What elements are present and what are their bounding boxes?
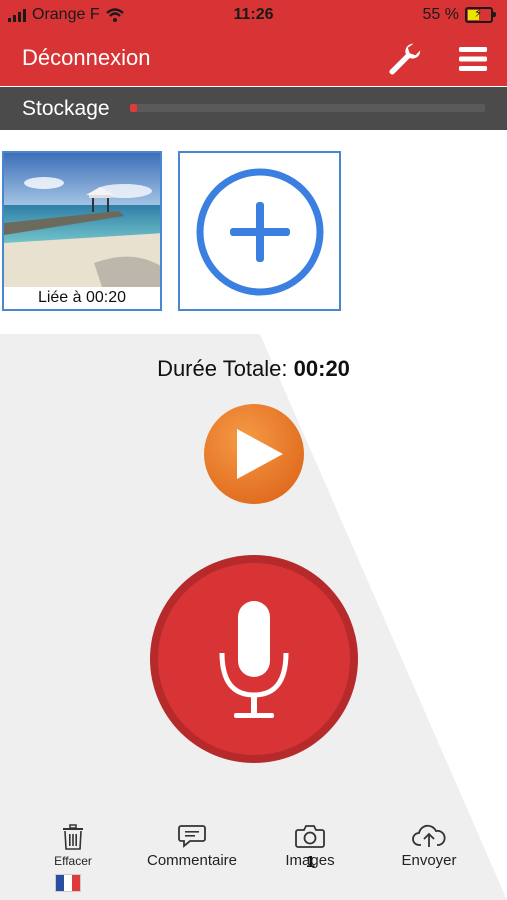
nav-send-button[interactable]: Envoyer	[392, 824, 466, 869]
comment-icon	[178, 825, 206, 848]
nav-images-button[interactable]: Images 1	[278, 824, 342, 871]
add-media-button[interactable]	[178, 151, 341, 311]
status-bar: Orange F 11:26 55 % ⚡	[0, 0, 507, 32]
storage-track	[130, 104, 485, 112]
nav-delete-button[interactable]: Effacer	[38, 824, 108, 868]
play-button[interactable]	[203, 403, 305, 505]
french-flag[interactable]	[55, 874, 81, 892]
record-button[interactable]	[148, 553, 360, 765]
nav-comment-button[interactable]: Commentaire	[138, 824, 246, 869]
cloud-upload-icon	[412, 824, 446, 847]
battery-percent: 55 %	[422, 6, 459, 23]
hamburger-menu-icon[interactable]	[459, 46, 487, 72]
status-right: 55 % ⚡	[422, 6, 496, 24]
nav-delete-label: Effacer	[54, 854, 92, 868]
duration-label: Durée Totale:	[157, 356, 288, 381]
total-duration: Durée Totale: 00:20	[0, 356, 507, 382]
wrench-icon[interactable]	[385, 40, 423, 78]
thumbnail-caption: Liée à 00:20	[4, 287, 160, 309]
recorder-panel: Durée Totale: 00:20 Effacer Commentaire …	[0, 334, 507, 900]
media-thumbnail[interactable]: Liée à 00:20	[2, 151, 162, 311]
battery-icon: ⚡	[465, 6, 496, 23]
storage-label: Stockage	[22, 97, 110, 120]
storage-used-fill	[130, 104, 138, 112]
app-header: Déconnexion	[0, 32, 507, 86]
add-circle-icon	[196, 168, 324, 296]
images-badge: 1	[306, 854, 315, 871]
nav-send-label: Envoyer	[401, 852, 457, 869]
nav-comment-label: Commentaire	[146, 852, 238, 869]
logout-button[interactable]: Déconnexion	[22, 45, 150, 71]
camera-icon	[295, 825, 325, 848]
storage-bar: Stockage	[0, 87, 507, 130]
trash-icon	[63, 824, 83, 850]
duration-value: 00:20	[293, 356, 350, 381]
